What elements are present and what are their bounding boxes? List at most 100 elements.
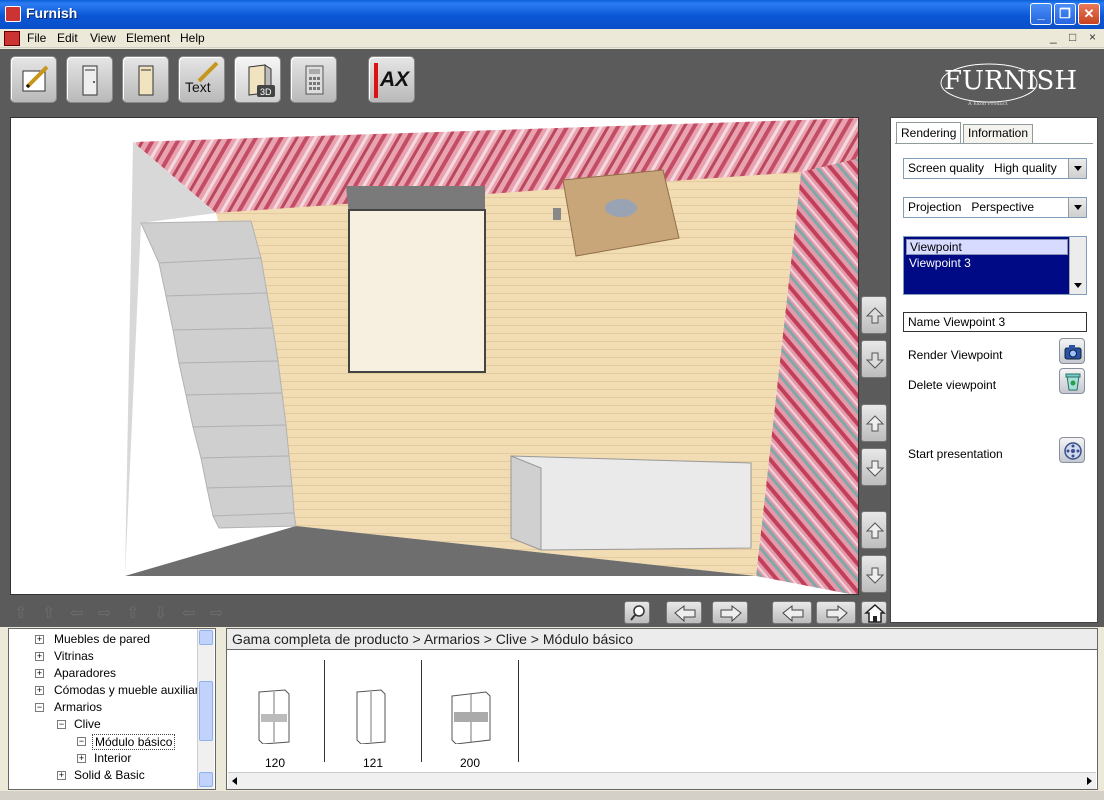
forward-arrow-icon bbox=[865, 522, 885, 539]
rotate-left-button[interactable] bbox=[772, 601, 812, 624]
viewpoint-list-scrollbar[interactable] bbox=[1069, 237, 1086, 294]
room-render bbox=[125, 118, 858, 594]
catalog-scrollbar[interactable] bbox=[228, 772, 1096, 789]
menu-edit[interactable]: Edit bbox=[57, 31, 78, 45]
double-up-arrow-icon bbox=[865, 307, 885, 324]
rendering-panel: Rendering Information Screen quality Hig… bbox=[890, 117, 1098, 623]
left-arrow-icon bbox=[674, 604, 696, 623]
render-viewpoint-label: Render Viewpoint bbox=[908, 348, 1003, 362]
menu-file[interactable]: File bbox=[27, 31, 46, 45]
viewpoint-list-item[interactable]: Viewpoint 3 bbox=[906, 256, 1068, 272]
catalog-item[interactable]: 121 bbox=[325, 660, 421, 770]
expand-icon[interactable]: + bbox=[57, 771, 66, 780]
zoom-out-button[interactable] bbox=[861, 555, 887, 593]
screen-quality-select[interactable]: Screen quality High quality bbox=[903, 158, 1087, 179]
chevron-down-icon[interactable] bbox=[1068, 198, 1086, 217]
window-button[interactable] bbox=[122, 56, 169, 103]
app-icon bbox=[5, 6, 21, 22]
3d-viewport[interactable] bbox=[10, 117, 859, 595]
render-viewpoint-button[interactable] bbox=[1059, 338, 1085, 364]
ax-button[interactable]: AX bbox=[368, 56, 415, 103]
catalog-panel: 120 121 200 bbox=[226, 650, 1098, 790]
chevron-down-icon[interactable] bbox=[1068, 159, 1086, 178]
projection-select[interactable]: Projection Perspective bbox=[903, 197, 1087, 218]
pan-right-button[interactable] bbox=[712, 601, 748, 624]
tilt-up-button[interactable] bbox=[861, 404, 887, 442]
draw-room-button[interactable] bbox=[10, 56, 57, 103]
menu-view[interactable]: View bbox=[90, 31, 116, 45]
disabled-arrow-icon: ⇧ bbox=[14, 605, 28, 622]
menu-element[interactable]: Element bbox=[126, 31, 170, 45]
home-icon bbox=[864, 603, 886, 623]
tab-rendering[interactable]: Rendering bbox=[896, 122, 962, 143]
catalog-item-label: 120 bbox=[264, 756, 286, 770]
collapse-icon[interactable]: − bbox=[35, 703, 44, 712]
minimize-button[interactable]: _ bbox=[1030, 3, 1052, 25]
tree-scrollbar[interactable] bbox=[197, 629, 214, 789]
close-button[interactable]: ✕ bbox=[1078, 3, 1100, 25]
tree-item-label: Aparadores bbox=[54, 666, 117, 680]
delete-viewpoint-button[interactable] bbox=[1059, 368, 1085, 394]
collapse-icon[interactable]: − bbox=[77, 737, 86, 746]
calculator-button[interactable] bbox=[290, 56, 337, 103]
scroll-up-button[interactable] bbox=[199, 630, 213, 645]
catalog-item-label: 200 bbox=[459, 756, 481, 770]
calculator-icon bbox=[305, 65, 324, 95]
expand-icon[interactable]: + bbox=[35, 686, 44, 695]
down-arrow-icon bbox=[865, 460, 885, 477]
collapse-icon[interactable]: − bbox=[57, 720, 66, 729]
tree-item-label: Vitrinas bbox=[54, 649, 94, 663]
wardrobe-icon bbox=[258, 689, 290, 744]
tree-item-label: Clive bbox=[74, 717, 101, 731]
expand-icon[interactable]: + bbox=[35, 652, 44, 661]
pan-left-button[interactable] bbox=[666, 601, 702, 624]
3d-view-button[interactable]: 3D bbox=[234, 56, 281, 103]
expand-icon[interactable]: + bbox=[77, 754, 86, 763]
menu-help[interactable]: Help bbox=[180, 31, 205, 45]
home-view-button[interactable] bbox=[861, 601, 887, 624]
mdi-minimize-button[interactable]: _ bbox=[1050, 30, 1057, 44]
menu-bar: File Edit View Element Help _ □ × bbox=[0, 29, 1104, 48]
catalog-item[interactable]: 200 bbox=[422, 660, 518, 770]
scroll-right-icon[interactable] bbox=[1087, 777, 1092, 785]
zoom-in-button[interactable] bbox=[861, 511, 887, 549]
mdi-restore-button[interactable]: □ bbox=[1069, 30, 1076, 44]
move-down-fast-button[interactable] bbox=[861, 340, 887, 378]
catalog-item[interactable]: 120 bbox=[227, 660, 323, 770]
tree-item-label: Interior bbox=[94, 751, 132, 765]
status-strip bbox=[0, 791, 1104, 800]
text-button[interactable]: Text bbox=[178, 56, 225, 103]
wardrobe-icon bbox=[356, 689, 386, 744]
disabled-arrow-icon: ⇦ bbox=[182, 605, 196, 622]
tree-item-label: Cómodas y mueble auxiliar bbox=[54, 683, 199, 697]
title-bar: Furnish _ ❐ ✕ bbox=[0, 0, 1104, 29]
rotate-right-button[interactable] bbox=[816, 601, 856, 624]
film-reel-icon bbox=[1064, 442, 1082, 460]
3d-wardrobe-icon: 3D bbox=[248, 64, 275, 97]
restore-button[interactable]: ❐ bbox=[1054, 3, 1076, 25]
start-presentation-button[interactable] bbox=[1059, 437, 1085, 463]
ax-label: AX bbox=[380, 68, 410, 91]
wardrobe-icon bbox=[451, 691, 491, 744]
door-button[interactable] bbox=[66, 56, 113, 103]
tilt-down-button[interactable] bbox=[861, 448, 887, 486]
expand-icon[interactable]: + bbox=[35, 669, 44, 678]
scroll-down-button[interactable] bbox=[199, 772, 213, 787]
rotate-right-icon bbox=[826, 604, 848, 623]
viewpoint-name-field[interactable]: Name Viewpoint 3 bbox=[903, 312, 1087, 332]
mdi-close-button[interactable]: × bbox=[1089, 30, 1096, 44]
document-icon[interactable] bbox=[4, 31, 20, 46]
scroll-thumb[interactable] bbox=[199, 681, 213, 741]
viewpoint-list[interactable]: Viewpoint Viewpoint 3 bbox=[903, 236, 1087, 295]
tree-item-label: Módulo básico bbox=[92, 734, 176, 750]
scroll-left-icon[interactable] bbox=[232, 777, 237, 785]
disabled-arrow-icon: ⇦ bbox=[70, 605, 84, 622]
tab-information[interactable]: Information bbox=[963, 124, 1034, 143]
expand-icon[interactable]: + bbox=[35, 635, 44, 644]
disabled-arrow-icon: ⇨ bbox=[98, 605, 112, 622]
door-icon bbox=[82, 65, 98, 96]
screen-quality-value: Screen quality High quality bbox=[908, 161, 1057, 175]
zoom-button[interactable] bbox=[624, 601, 650, 624]
move-up-fast-button[interactable] bbox=[861, 296, 887, 334]
breadcrumb: Gama completa de producto > Armarios > C… bbox=[226, 628, 1098, 650]
